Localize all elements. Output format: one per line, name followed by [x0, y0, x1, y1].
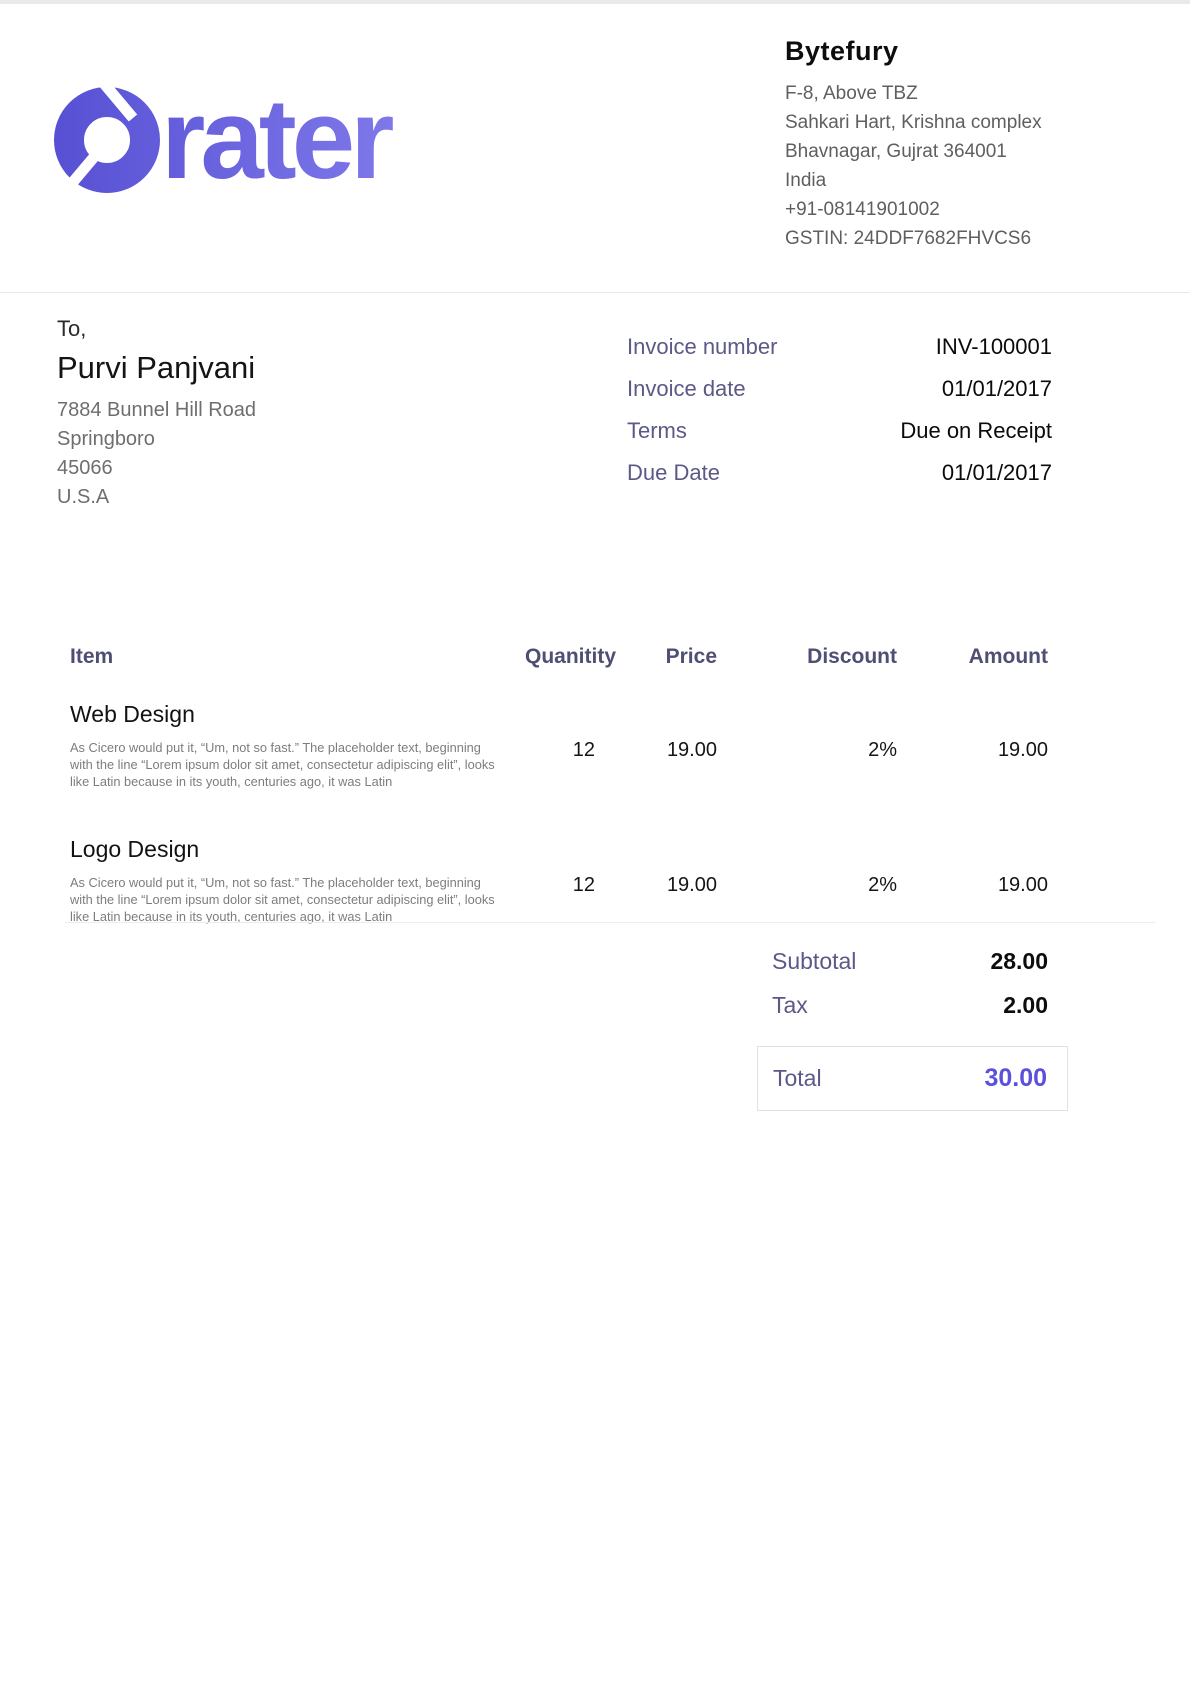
company-phone: +91-08141901002 — [785, 195, 1115, 224]
top-border — [0, 0, 1190, 4]
subtotal-label: Subtotal — [772, 948, 856, 975]
column-header-discount: Discount — [717, 645, 897, 669]
invoice-page: rater Bytefury F-8, Above TBZ Sahkari Ha… — [0, 0, 1190, 1684]
column-header-quantity: Quanitity — [525, 645, 595, 669]
total-value: 30.00 — [984, 1064, 1047, 1093]
invoice-date-value: 01/01/2017 — [942, 376, 1052, 402]
item-description-line: As Cicero would put it, “Um, not so fast… — [70, 874, 500, 891]
crater-logo-icon: rater — [45, 68, 505, 198]
item-quantity: 12 — [525, 836, 595, 925]
item-price: 19.00 — [595, 836, 717, 925]
tax-label: Tax — [772, 992, 808, 1019]
item-cell: Logo Design As Cicero would put it, “Um,… — [70, 836, 525, 925]
bill-to-address-line: U.S.A — [57, 483, 477, 512]
bill-to-address-line: 45066 — [57, 454, 477, 483]
item-amount: 19.00 — [897, 836, 1048, 925]
item-description-line: with the line “Lorem ipsum dolor sit ame… — [70, 756, 500, 773]
due-date-row: Due Date 01/01/2017 — [627, 460, 1052, 502]
item-discount: 2% — [717, 836, 897, 925]
due-date-label: Due Date — [627, 460, 720, 486]
company-address-line: F-8, Above TBZ — [785, 79, 1115, 108]
column-header-item: Item — [70, 645, 525, 669]
company-gstin: GSTIN: 24DDF7682FHVCS6 — [785, 224, 1115, 253]
header-divider — [0, 292, 1190, 293]
item-name: Web Design — [70, 701, 525, 728]
crater-logo-text: rater — [161, 76, 393, 198]
subtotal-value: 28.00 — [990, 948, 1048, 975]
items-divider — [65, 922, 1155, 923]
items-table-header: Item Quanitity Price Discount Amount — [70, 645, 1048, 669]
item-description-line: like Latin because in its youth, centuri… — [70, 773, 500, 790]
totals-block: Subtotal 28.00 Tax 2.00 Total 30.00 — [757, 948, 1068, 1111]
bill-to-address-line: 7884 Bunnel Hill Road — [57, 396, 477, 425]
due-date-value: 01/01/2017 — [942, 460, 1052, 486]
item-quantity: 12 — [525, 701, 595, 790]
terms-value: Due on Receipt — [900, 418, 1052, 444]
column-header-amount: Amount — [897, 645, 1048, 669]
company-address-line: India — [785, 166, 1115, 195]
tax-value: 2.00 — [1003, 992, 1048, 1019]
terms-label: Terms — [627, 418, 687, 444]
bill-to-name: Purvi Panjvani — [57, 350, 477, 386]
company-address-line: Sahkari Hart, Krishna complex — [785, 108, 1115, 137]
company-name: Bytefury — [785, 36, 1115, 67]
bill-to-prefix: To, — [57, 316, 477, 342]
item-cell: Web Design As Cicero would put it, “Um, … — [70, 701, 525, 790]
column-header-price: Price — [595, 645, 717, 669]
table-row: Logo Design As Cicero would put it, “Um,… — [70, 836, 1048, 925]
terms-row: Terms Due on Receipt — [627, 418, 1052, 460]
invoice-number-row: Invoice number INV-100001 — [627, 334, 1052, 376]
item-name: Logo Design — [70, 836, 525, 863]
company-address-line: Bhavnagar, Gujrat 364001 — [785, 137, 1115, 166]
item-description-line: with the line “Lorem ipsum dolor sit ame… — [70, 891, 500, 908]
total-label: Total — [773, 1065, 822, 1092]
total-box: Total 30.00 — [757, 1046, 1068, 1111]
bill-to-address-line: Springboro — [57, 425, 477, 454]
item-description-line: As Cicero would put it, “Um, not so fast… — [70, 739, 500, 756]
invoice-date-label: Invoice date — [627, 376, 746, 402]
crater-logo: rater — [45, 68, 505, 198]
item-amount: 19.00 — [897, 701, 1048, 790]
tax-row: Tax 2.00 — [757, 992, 1068, 1022]
invoice-number-label: Invoice number — [627, 334, 777, 360]
bill-to-block: To, Purvi Panjvani 7884 Bunnel Hill Road… — [57, 316, 477, 512]
item-price: 19.00 — [595, 701, 717, 790]
table-row: Web Design As Cicero would put it, “Um, … — [70, 701, 1048, 790]
invoice-number-value: INV-100001 — [936, 334, 1052, 360]
invoice-date-row: Invoice date 01/01/2017 — [627, 376, 1052, 418]
company-block: Bytefury F-8, Above TBZ Sahkari Hart, Kr… — [785, 36, 1115, 253]
invoice-meta: Invoice number INV-100001 Invoice date 0… — [627, 334, 1052, 502]
item-discount: 2% — [717, 701, 897, 790]
subtotal-row: Subtotal 28.00 — [757, 948, 1068, 978]
